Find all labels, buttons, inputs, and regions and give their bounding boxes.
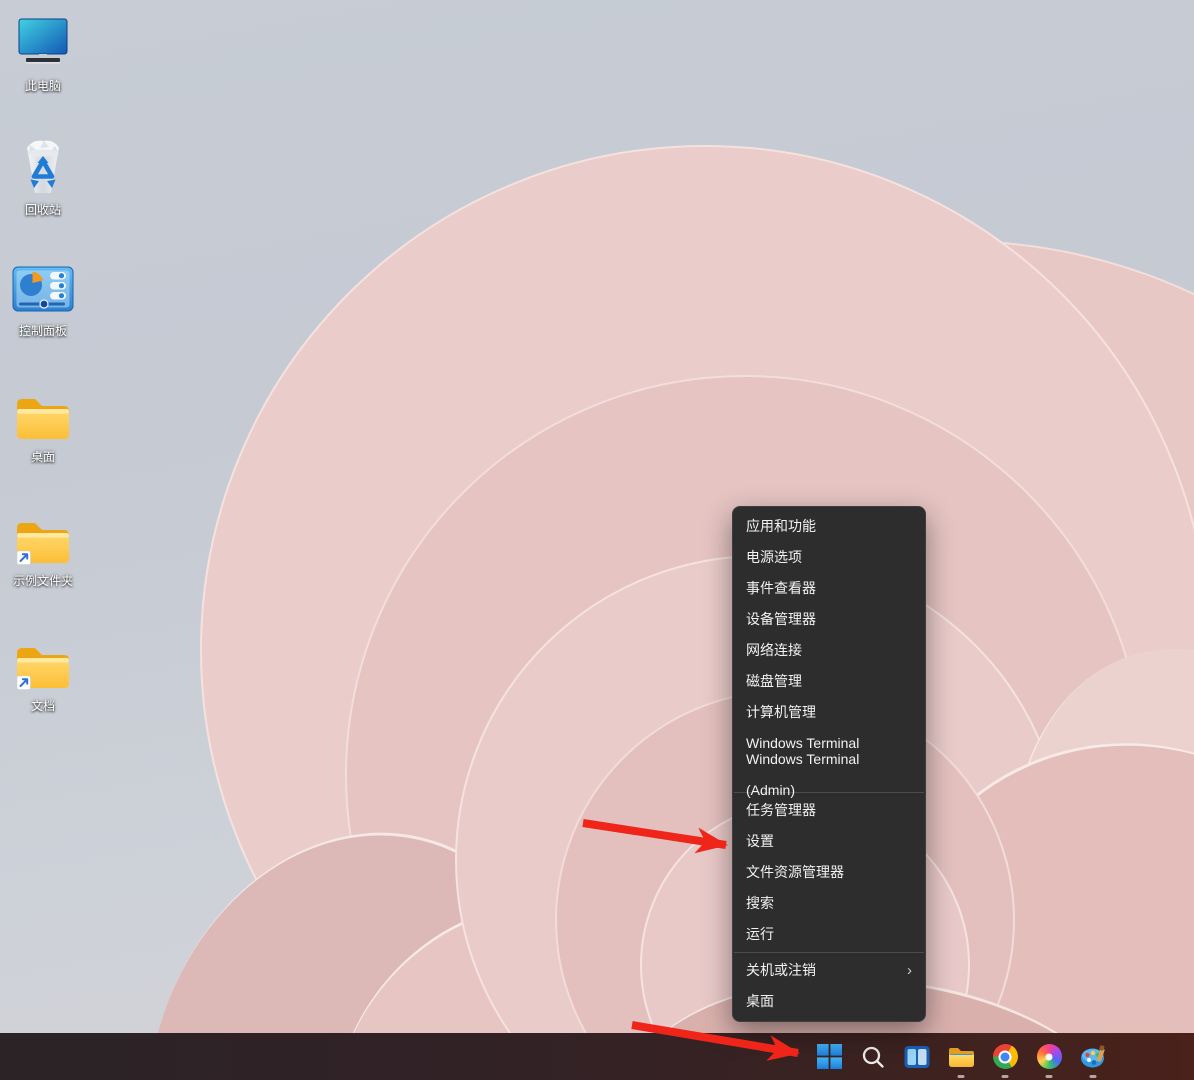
desktop-icon-label: 桌面 xyxy=(31,450,55,464)
shortcut-arrow-badge xyxy=(17,551,31,565)
shortcut-arrow-badge xyxy=(17,676,31,690)
menu-separator xyxy=(734,952,924,953)
menu-item-desktop[interactable]: 桌面 xyxy=(733,986,925,1017)
recycle-bin-icon xyxy=(10,134,76,200)
chevron-right-icon: › xyxy=(907,955,912,986)
taskbar-buttons xyxy=(807,1033,1115,1080)
folder-shortcut-icon xyxy=(10,634,76,696)
menu-item-windows-terminal-admin[interactable]: Windows Terminal (Admin) xyxy=(733,759,925,790)
chrome-icon xyxy=(993,1044,1018,1069)
search-button[interactable] xyxy=(851,1033,895,1080)
winx-context-menu: 应用和功能 电源选项 事件查看器 设备管理器 网络连接 磁盘管理 计算机管理 W… xyxy=(732,506,926,1022)
menu-item-run[interactable]: 运行 xyxy=(733,919,925,950)
file-explorer-icon xyxy=(948,1045,975,1069)
this-pc-icon xyxy=(10,10,76,76)
desktop-icon-sample-folder[interactable]: 示例文件夹 xyxy=(0,509,86,588)
desktop-icon-label: 控制面板 xyxy=(19,324,67,338)
menu-item-network-connections[interactable]: 网络连接 xyxy=(733,635,925,666)
paint-icon xyxy=(1080,1044,1107,1070)
desktop-icon-label: 示例文件夹 xyxy=(13,574,73,588)
photos-icon xyxy=(1037,1044,1062,1069)
taskbar xyxy=(0,1033,1194,1080)
menu-item-disk-management[interactable]: 磁盘管理 xyxy=(733,666,925,697)
desktop-icon-desktop-folder[interactable]: 桌面 xyxy=(0,385,86,464)
task-view-button[interactable] xyxy=(895,1033,939,1080)
folder-shortcut-icon xyxy=(10,509,76,571)
task-view-icon xyxy=(904,1045,930,1069)
desktop-icon-label: 回收站 xyxy=(25,203,61,217)
menu-item-settings[interactable]: 设置 xyxy=(733,826,925,857)
desktop-icon-label: 此电脑 xyxy=(25,79,61,93)
running-indicator xyxy=(958,1075,965,1078)
menu-item-event-viewer[interactable]: 事件查看器 xyxy=(733,573,925,604)
menu-item-device-manager[interactable]: 设备管理器 xyxy=(733,604,925,635)
menu-item-apps-and-features[interactable]: 应用和功能 xyxy=(733,511,925,542)
search-icon xyxy=(861,1045,885,1069)
chrome-button[interactable] xyxy=(983,1033,1027,1080)
photos-button[interactable] xyxy=(1027,1033,1071,1080)
file-explorer-button[interactable] xyxy=(939,1033,983,1080)
desktop-icon-label: 文档 xyxy=(31,699,55,713)
control-panel-icon xyxy=(10,259,76,321)
running-indicator xyxy=(1002,1075,1009,1078)
folder-icon xyxy=(10,385,76,447)
start-button[interactable] xyxy=(807,1033,851,1080)
desktop-icon-this-pc[interactable]: 此电脑 xyxy=(0,10,86,93)
menu-item-search[interactable]: 搜索 xyxy=(733,888,925,919)
desktop-icon-control-panel[interactable]: 控制面板 xyxy=(0,259,86,338)
desktop-icon-documents-folder[interactable]: 文档 xyxy=(0,634,86,713)
paint-button[interactable] xyxy=(1071,1033,1115,1080)
menu-item-file-explorer[interactable]: 文件资源管理器 xyxy=(733,857,925,888)
menu-item-computer-management[interactable]: 计算机管理 xyxy=(733,697,925,728)
windows-logo-icon xyxy=(817,1044,842,1069)
running-indicator xyxy=(1046,1075,1053,1078)
menu-item-shutdown-or-signout[interactable]: 关机或注销 › xyxy=(733,955,925,986)
desktop-screen: 此电脑 回收站 xyxy=(0,0,1194,1080)
menu-item-power-options[interactable]: 电源选项 xyxy=(733,542,925,573)
running-indicator xyxy=(1090,1075,1097,1078)
desktop-icon-recycle-bin[interactable]: 回收站 xyxy=(0,134,86,217)
